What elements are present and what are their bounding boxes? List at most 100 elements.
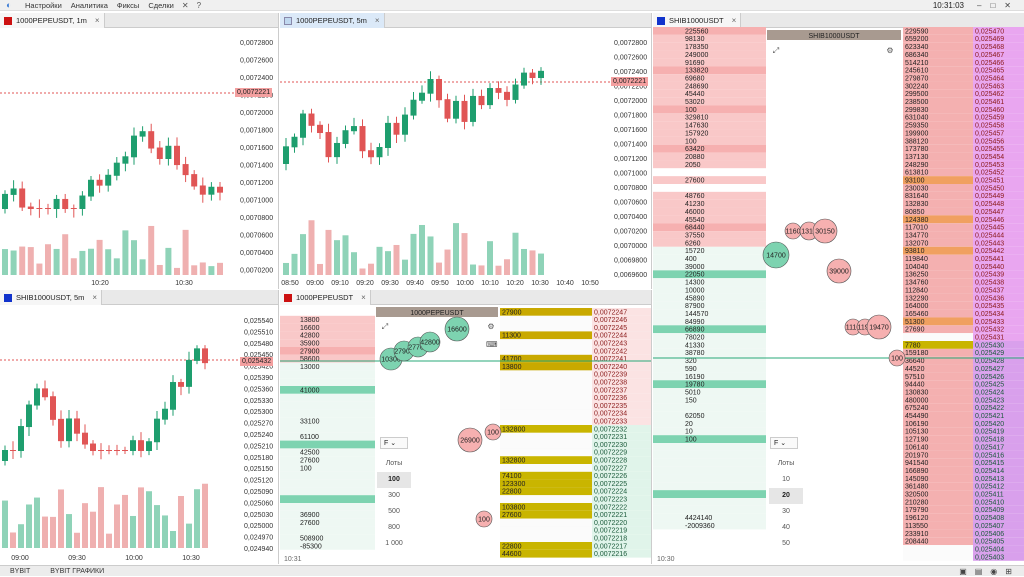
lot-option[interactable]: 100 bbox=[377, 472, 411, 488]
orderbook-panel-shib: SHIB1000USDT × SHIB1000USDT 225560 98130 178… bbox=[653, 13, 1024, 564]
candle-body bbox=[53, 198, 60, 209]
ladder-cell bbox=[653, 246, 766, 255]
volume-bar bbox=[436, 262, 442, 275]
candle-body bbox=[34, 388, 40, 406]
ladder-price: 0,025446 bbox=[975, 217, 1004, 224]
candle-body bbox=[359, 126, 366, 152]
chart-panel-pepe-5m: 1000PEPEUSDT, 5m × 0,0072800 0,0072600 0,00… bbox=[280, 13, 652, 289]
volume-bar bbox=[283, 262, 289, 275]
ladder-price: 0,025426 bbox=[975, 374, 1004, 381]
bottom-tab-bybit[interactable]: BYBIT bbox=[0, 568, 40, 575]
volume-bar bbox=[113, 258, 120, 275]
gear-icon[interactable]: ⚙ bbox=[885, 46, 895, 56]
ladder-price: 0,0072235 bbox=[594, 403, 627, 410]
help-icon[interactable]: ? bbox=[197, 1, 201, 10]
ladder-price: 0,025454 bbox=[975, 154, 1004, 161]
ladder-cell bbox=[653, 498, 766, 506]
volume-bar bbox=[178, 496, 184, 548]
ladder-price: 0,025407 bbox=[975, 523, 1004, 530]
ladder-header-title: SHIB1000USDT bbox=[809, 33, 861, 40]
volume-bar bbox=[66, 514, 72, 548]
ladder-cell bbox=[653, 191, 766, 200]
ladder-cell bbox=[653, 482, 766, 491]
ladder-volume: 133820 bbox=[685, 68, 708, 75]
bottom-tab-bybit-charts[interactable]: BYBIT ГРАФИКИ bbox=[40, 568, 114, 575]
menu-deals[interactable]: Сделки bbox=[148, 1, 174, 10]
menu-fixes[interactable]: Фиксы bbox=[117, 1, 139, 10]
ladder-volume: 201970 bbox=[905, 452, 928, 459]
keyboard-icon[interactable]: ⌨ bbox=[486, 340, 498, 350]
ladder-volume: 41000 bbox=[300, 387, 320, 394]
candlestick-chart[interactable]: 0,00728000,00726000,00724000,00722000,00… bbox=[280, 13, 652, 289]
ladder-volume: 210280 bbox=[905, 499, 928, 506]
price-tick-label: 0,0071000 bbox=[614, 171, 647, 178]
lot-option[interactable]: 50 bbox=[769, 536, 803, 552]
gear-icon[interactable]: ⚙ bbox=[486, 322, 496, 332]
lot-option[interactable]: 40 bbox=[769, 520, 803, 536]
candle-body bbox=[96, 179, 103, 186]
lots-selector: Лоты 100 300 500 800 1 000 bbox=[377, 456, 411, 552]
ladder-volume: 157920 bbox=[685, 130, 708, 137]
layout-icons[interactable]: ▣▤◉⊞ bbox=[959, 566, 1020, 577]
lot-option[interactable]: 20 bbox=[769, 488, 803, 504]
price-tick-label: 0,0069600 bbox=[614, 272, 647, 279]
candlestick-chart[interactable]: 0,00728000,00726000,00724000,00722000,00… bbox=[0, 13, 279, 289]
price-tick-label: 0,0070800 bbox=[614, 185, 647, 192]
candle-body bbox=[317, 124, 323, 134]
filter-select[interactable]: F ⌄ bbox=[380, 437, 408, 449]
lot-option[interactable]: 1 000 bbox=[377, 536, 411, 552]
ladder-volume: 27900 bbox=[300, 348, 320, 355]
ladder-cell bbox=[280, 503, 375, 511]
ladder-price: 0,025427 bbox=[975, 366, 1004, 373]
ladder-volume: 44600 bbox=[502, 551, 522, 558]
ladder-price: 0,025404 bbox=[975, 546, 1004, 553]
sound-off-icon[interactable]: ✕ bbox=[182, 1, 189, 10]
lot-option[interactable]: 800 bbox=[377, 520, 411, 536]
window-controls[interactable]: –□✕ bbox=[977, 0, 1020, 11]
lot-option[interactable]: 30 bbox=[769, 504, 803, 520]
chart-toggle-icon[interactable]: ⤢ bbox=[380, 322, 390, 332]
ladder-volume: 508900 bbox=[300, 536, 323, 543]
ladder-price: 0,025420 bbox=[975, 421, 1004, 428]
menu-analytics[interactable]: Аналитика bbox=[71, 1, 108, 10]
ladder-volume: 35900 bbox=[300, 341, 320, 348]
current-price-badge: 0,0072221 bbox=[235, 88, 273, 97]
candle-body bbox=[88, 179, 94, 197]
trade-bubble-label: 14700 bbox=[766, 253, 786, 260]
volume-bar bbox=[342, 235, 349, 275]
ladder-cell bbox=[280, 409, 375, 418]
ladder-vol-cell bbox=[500, 323, 592, 332]
filter-select[interactable]: F ⌄ bbox=[770, 437, 798, 449]
lot-option[interactable]: 500 bbox=[377, 504, 411, 520]
volume-bar bbox=[2, 500, 8, 548]
volume-bar bbox=[359, 268, 366, 275]
ladder-price: 0,025451 bbox=[975, 178, 1004, 185]
candle-body bbox=[45, 208, 51, 209]
ladder-price: 0,025431 bbox=[975, 335, 1004, 342]
ladder-volume: 94440 bbox=[905, 382, 925, 389]
volume-bar bbox=[138, 487, 144, 548]
price-tick-label: 0,0072800 bbox=[614, 40, 647, 47]
candle-body bbox=[191, 174, 198, 187]
lot-option[interactable]: 300 bbox=[377, 488, 411, 504]
price-tick-label: 0,0072600 bbox=[614, 55, 647, 62]
time-tick-label: 09:20 bbox=[356, 280, 374, 287]
orderbook-ladder[interactable]: 1000PEPEUSDT1380016600428003590027900586… bbox=[280, 290, 652, 564]
orderbook-ladder[interactable]: SHIB1000USDT 2255609813017835024900091690… bbox=[653, 13, 1024, 564]
candlestick-chart[interactable]: 0,0255400,0255100,0254800,0254500,025420… bbox=[0, 290, 279, 564]
ladder-price: 0,0072245 bbox=[594, 325, 627, 332]
ladder-volume: 112840 bbox=[905, 287, 928, 294]
ladder-volume: 106190 bbox=[905, 421, 928, 428]
ladder-volume: 42500 bbox=[300, 450, 320, 457]
volume-bar bbox=[427, 236, 434, 275]
volume-bar bbox=[98, 487, 104, 548]
ladder-volume: 178350 bbox=[685, 44, 708, 51]
lot-option[interactable]: 10 bbox=[769, 472, 803, 488]
chart-toggle-icon[interactable]: ⤢ bbox=[771, 46, 781, 56]
time-tick-label: 09:10 bbox=[331, 280, 349, 287]
ladder-cell bbox=[653, 388, 766, 396]
candle-body bbox=[113, 162, 120, 176]
ladder-volume: 132290 bbox=[905, 295, 928, 302]
price-tick-label: 0,025360 bbox=[244, 386, 273, 393]
menu-settings[interactable]: Настройки bbox=[25, 1, 62, 10]
